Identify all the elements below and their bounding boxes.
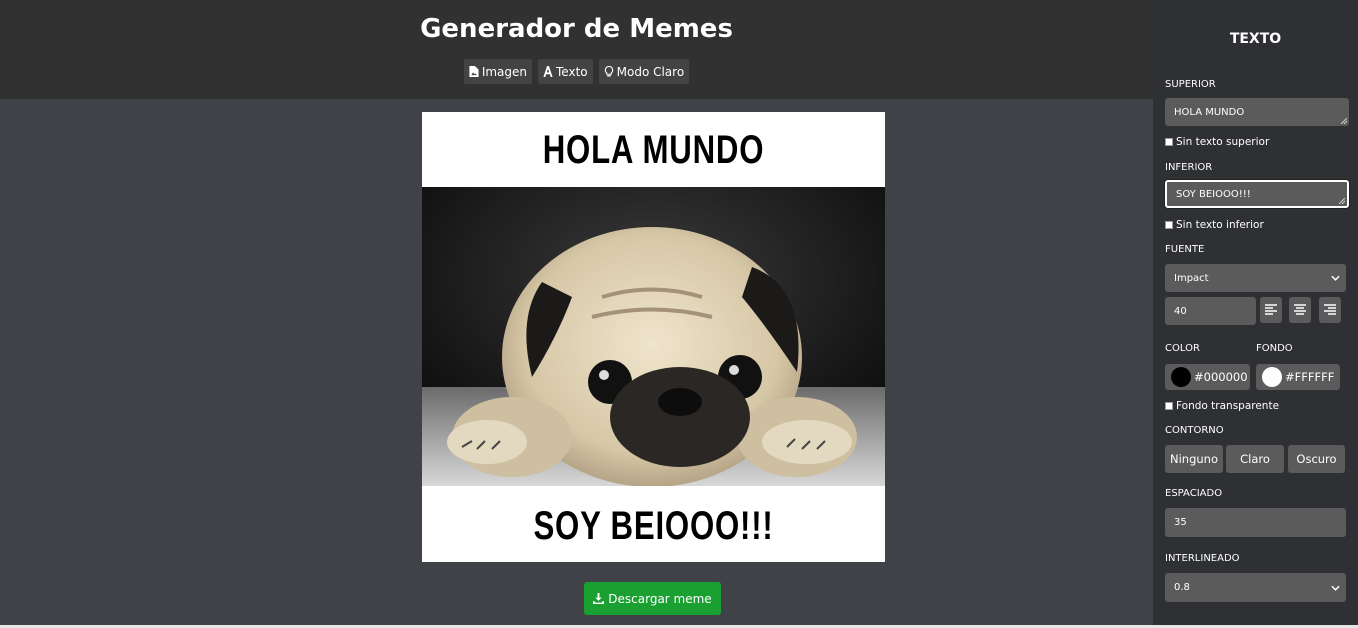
align-left-button[interactable] — [1260, 297, 1282, 323]
align-left-icon — [1265, 304, 1277, 315]
download-meme-button[interactable]: Descargar meme — [584, 582, 721, 615]
fuente-label: FUENTE — [1165, 244, 1205, 255]
align-right-button[interactable] — [1319, 297, 1341, 323]
text-settings-panel: TEXTO SUPERIOR HOLA MUNDO Sin texto supe… — [1153, 0, 1358, 625]
meme-canvas: HOLA MUNDO SOY BEIOOO!!! — [422, 112, 885, 562]
interlineado-value: 0.8 — [1174, 582, 1190, 593]
meme-top-text: HOLA MUNDO — [542, 128, 765, 172]
checkbox-label: Sin texto inferior — [1176, 219, 1264, 231]
checkbox-box[interactable] — [1165, 402, 1173, 410]
app-title: Generador de Memes — [420, 14, 733, 44]
superior-text-input[interactable]: HOLA MUNDO — [1165, 98, 1349, 126]
inferior-text-input[interactable]: SOY BEIOOO!!! — [1165, 180, 1349, 208]
tab-texto-label: Texto — [556, 64, 588, 79]
tab-modo-claro-label: Modo Claro — [616, 64, 685, 79]
download-label: Descargar meme — [608, 591, 712, 606]
resize-handle-icon[interactable] — [1341, 118, 1347, 124]
file-image-icon — [469, 66, 479, 77]
panel-title: TEXTO — [1229, 31, 1282, 47]
inferior-label: INFERIOR — [1165, 162, 1213, 173]
tab-modo-claro[interactable]: Modo Claro — [598, 59, 690, 84]
align-center-icon — [1294, 304, 1306, 315]
contorno-ninguno-button[interactable]: Ninguno — [1165, 445, 1223, 473]
contorno-oscuro-button[interactable]: Oscuro — [1288, 445, 1345, 473]
background-color-picker[interactable]: #FFFFFF — [1256, 364, 1340, 390]
app-header: Generador de Memes Imagen Texto Modo Cla… — [0, 0, 1153, 99]
interlineado-select[interactable]: 0.8 — [1165, 573, 1346, 602]
background-color-value: #FFFFFF — [1285, 370, 1335, 384]
tab-bar: Imagen Texto Modo Claro — [0, 59, 1153, 84]
align-right-icon — [1324, 304, 1336, 315]
text-color-picker[interactable]: #000000 — [1165, 364, 1250, 390]
color-swatch — [1171, 367, 1191, 387]
color-label: COLOR — [1165, 343, 1200, 354]
font-select[interactable]: Impact — [1165, 264, 1346, 292]
tab-texto[interactable]: Texto — [538, 59, 593, 84]
color-swatch — [1262, 367, 1282, 387]
contorno-label: CONTORNO — [1165, 425, 1224, 436]
align-center-button[interactable] — [1289, 297, 1311, 323]
tab-imagen[interactable]: Imagen — [463, 59, 532, 84]
tab-imagen-label: Imagen — [481, 64, 527, 79]
espaciado-label: ESPACIADO — [1165, 488, 1223, 499]
sin-texto-inferior-checkbox[interactable]: Sin texto inferior — [1165, 219, 1264, 231]
fondo-transparente-checkbox[interactable]: Fondo transparente — [1165, 400, 1279, 412]
text-color-value: #000000 — [1194, 370, 1248, 384]
checkbox-box[interactable] — [1165, 221, 1173, 229]
meme-bottom-text: SOY BEIOOO!!! — [533, 504, 774, 548]
checkbox-box[interactable] — [1165, 138, 1173, 146]
espaciado-input[interactable]: 35 — [1165, 508, 1346, 537]
interlineado-label: INTERLINEADO — [1165, 553, 1240, 564]
font-size-value: 40 — [1174, 305, 1187, 317]
sin-texto-superior-checkbox[interactable]: Sin texto superior — [1165, 136, 1269, 148]
contorno-claro-button[interactable]: Claro — [1226, 445, 1284, 473]
font-size-input[interactable]: 40 — [1165, 297, 1256, 325]
font-icon — [543, 66, 553, 77]
espaciado-value: 35 — [1174, 517, 1187, 528]
resize-handle-icon[interactable] — [1339, 198, 1345, 204]
checkbox-label: Fondo transparente — [1176, 400, 1280, 412]
download-icon — [593, 593, 605, 604]
font-select-value: Impact — [1174, 272, 1209, 284]
pug-photo — [422, 187, 885, 486]
chevron-down-icon — [1331, 275, 1340, 281]
superior-text-value: HOLA MUNDO — [1174, 106, 1245, 118]
lightbulb-icon — [604, 66, 613, 77]
fondo-label: FONDO — [1256, 343, 1293, 354]
checkbox-label: Sin texto superior — [1176, 136, 1270, 148]
superior-label: SUPERIOR — [1165, 79, 1216, 90]
inferior-text-value: SOY BEIOOO!!! — [1176, 188, 1251, 200]
chevron-down-icon — [1331, 585, 1340, 591]
